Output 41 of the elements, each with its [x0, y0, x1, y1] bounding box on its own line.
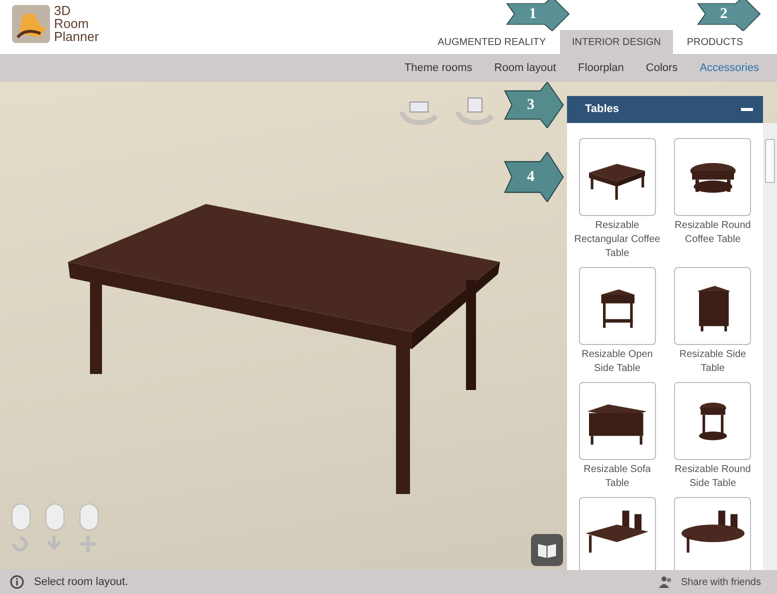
sub-nav-link[interactable]: Colors	[646, 60, 678, 76]
callout-arrow	[696, 0, 762, 31]
logo-text: 3D Room Planner	[54, 4, 99, 43]
product-label: Resizable Sofa Table	[582, 463, 652, 491]
main-nav-tab[interactable]: PRODUCTS	[674, 30, 755, 54]
product-label: Resizable Round Coffee Table	[674, 219, 752, 247]
product-thumbnail[interactable]	[674, 267, 752, 345]
callout-arrow	[503, 152, 565, 202]
callout-number: 4	[527, 170, 534, 184]
scrollbar[interactable]	[763, 123, 777, 570]
callout-number: 3	[527, 98, 534, 112]
product-label: Resizable Open Side Table	[580, 348, 654, 376]
product-thumbnail[interactable]	[578, 382, 656, 460]
category-title: Tables	[585, 102, 620, 118]
product-thumbnail[interactable]	[578, 138, 656, 216]
callout-arrow	[505, 0, 571, 31]
product-label: Resizable Side Table	[678, 348, 748, 376]
product-label: Resizable Round Side Table	[674, 463, 752, 491]
product-thumbnail[interactable]	[578, 267, 656, 345]
product-label: Resizable Rectangular Coffee Table	[573, 219, 662, 261]
callout-number: 2	[720, 6, 728, 22]
callout-number: 1	[529, 6, 536, 22]
sub-nav-link[interactable]: Room layout	[494, 60, 556, 76]
logo-icon	[12, 4, 50, 44]
product-thumbnail[interactable]	[674, 138, 752, 216]
product-thumbnail[interactable]	[674, 382, 752, 460]
people-icon	[658, 576, 673, 588]
sub-nav-link[interactable]: Floorplan	[578, 60, 624, 76]
main-nav-tab[interactable]: AUGMENTED REALITY	[426, 30, 558, 54]
book-button[interactable]	[531, 534, 563, 566]
product-thumbnail[interactable]	[578, 497, 656, 570]
callout-arrow	[503, 82, 565, 128]
category-header[interactable]: Tables	[567, 96, 763, 123]
status-message: Select room layout.	[34, 574, 128, 590]
share-button[interactable]: Share with friends	[658, 574, 761, 590]
book-icon	[537, 542, 557, 558]
info-icon	[10, 575, 24, 589]
product-thumbnail[interactable]	[674, 497, 752, 570]
3d-viewport[interactable]: 3 4	[0, 82, 567, 570]
main-nav-tab[interactable]: INTERIOR DESIGN	[560, 30, 673, 54]
sub-nav-link[interactable]: Theme rooms	[404, 60, 472, 76]
